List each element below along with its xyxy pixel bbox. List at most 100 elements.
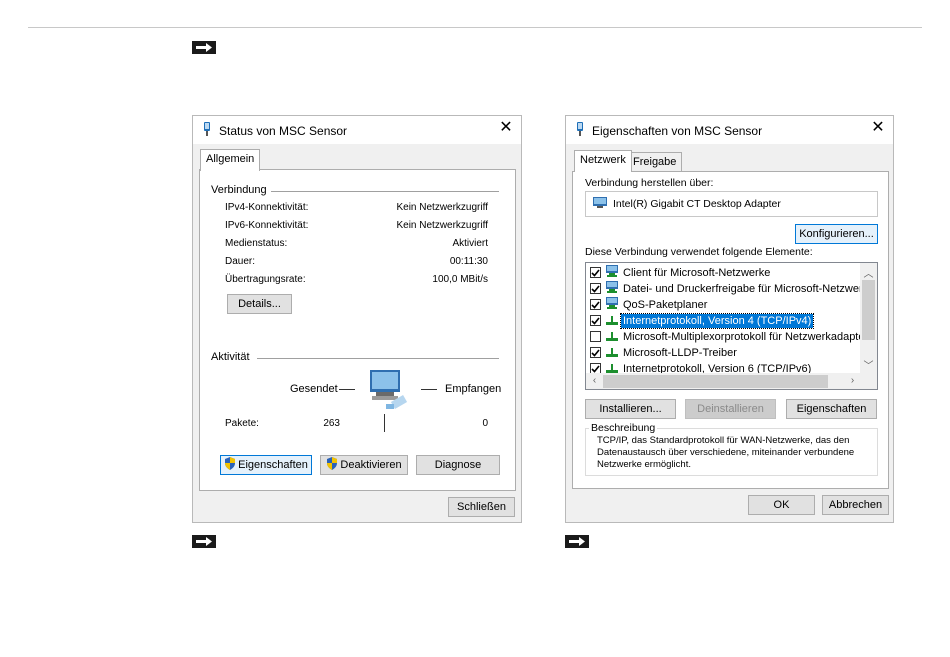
vertical-scrollbar[interactable]: ︿ ﹀ <box>860 263 877 374</box>
network-computer-icon <box>605 264 619 281</box>
diagnose-button[interactable]: Diagnose <box>416 455 500 475</box>
arrow-right-icon <box>192 535 216 548</box>
ok-button-label: OK <box>773 499 790 511</box>
list-item[interactable]: Microsoft-Multiplexorprotokoll für Netzw… <box>590 329 870 344</box>
item-properties-button-label: Eigenschaften <box>796 403 867 415</box>
list-item[interactable]: Datei- und Druckerfreigabe für Microsoft… <box>590 280 876 297</box>
checkbox[interactable] <box>590 267 601 278</box>
media-status-label: Medienstatus: <box>225 238 288 249</box>
properties-dialog-title: Eigenschaften von MSC Sensor <box>592 124 763 138</box>
status-tab-panel: Verbindung IPv4-Konnektivität: Kein Netz… <box>199 169 516 491</box>
install-button-label: Installieren... <box>599 403 662 415</box>
ipv4-value: Kein Netzwerkzugriff <box>396 202 488 213</box>
status-dialog: Status von MSC Sensor ✕ Allgemein Verbin… <box>192 115 522 523</box>
chevron-down-icon[interactable]: ﹀ <box>860 357 877 372</box>
received-label: Empfangen <box>445 383 502 395</box>
status-dialog-titlebar: Status von MSC Sensor ✕ <box>193 116 521 144</box>
connection-heading: Verbindung <box>211 184 267 196</box>
speed-value: 100,0 MBit/s <box>432 274 488 285</box>
network-computer-icon <box>364 368 412 417</box>
list-item-label: Microsoft-Multiplexorprotokoll für Netzw… <box>623 330 869 343</box>
ipv4-label: IPv4-Konnektivität: <box>225 202 309 213</box>
ok-button[interactable]: OK <box>748 495 815 515</box>
items-label: Diese Verbindung verwendet folgende Elem… <box>585 246 813 258</box>
protocol-icon <box>605 345 619 361</box>
packets-received-value: 0 <box>482 418 488 429</box>
divider <box>257 358 499 359</box>
tab-label: Allgemein <box>206 153 255 165</box>
duration-value: 00:11:30 <box>449 256 488 267</box>
list-item[interactable]: QoS-Paketplaner <box>590 296 709 313</box>
protocol-icon <box>605 313 619 329</box>
list-item-label: Microsoft-LLDP-Treiber <box>623 346 737 359</box>
deactivate-button[interactable]: Deaktivieren <box>320 455 408 475</box>
properties-button[interactable]: Eigenschaften <box>220 455 312 475</box>
components-list[interactable]: Client für Microsoft-Netzwerke Datei- un… <box>585 262 878 390</box>
chevron-up-icon[interactable]: ︿ <box>860 265 877 280</box>
list-item-label: Datei- und Druckerfreigabe für Microsoft… <box>623 282 875 295</box>
ipv6-label: IPv6-Konnektivität: <box>225 220 309 231</box>
install-button[interactable]: Installieren... <box>585 399 676 419</box>
sent-label: Gesendet <box>290 383 338 395</box>
item-properties-button[interactable]: Eigenschaften <box>786 399 877 419</box>
diagnose-button-label: Diagnose <box>434 459 482 471</box>
uac-shield-icon <box>326 457 338 473</box>
list-item[interactable]: Microsoft-LLDP-Treiber <box>590 345 739 360</box>
duration-label: Dauer: <box>225 256 256 267</box>
network-computer-icon <box>605 280 619 297</box>
connect-using-label: Verbindung herstellen über: <box>585 177 714 189</box>
checkbox[interactable] <box>590 347 601 358</box>
adapter-field: Intel(R) Gigabit CT Desktop Adapter <box>585 191 878 217</box>
network-sensor-icon <box>202 122 212 140</box>
checkbox[interactable] <box>590 299 601 310</box>
properties-button-label: Eigenschaften <box>238 459 308 471</box>
list-item-label: Client für Microsoft-Netzwerke <box>623 266 771 279</box>
close-button[interactable]: Schließen <box>448 497 515 517</box>
tab-netzwerk[interactable]: Netzwerk <box>574 150 632 172</box>
ipv6-value: Kein Netzwerkzugriff <box>396 220 488 231</box>
tab-label: Netzwerk <box>580 154 626 166</box>
tab-allgemein[interactable]: Allgemein <box>200 149 261 171</box>
sent-line <box>339 389 355 390</box>
description-text: TCP/IP, das Standardprotokoll für WAN-Ne… <box>597 435 855 470</box>
uninstall-button-label: Deinstallieren <box>697 403 764 415</box>
deactivate-button-label: Deaktivieren <box>340 459 402 471</box>
close-button-label: Schließen <box>457 501 506 513</box>
cancel-button[interactable]: Abbrechen <box>822 495 889 515</box>
network-tab-panel: Verbindung herstellen über: Intel(R) Gig… <box>572 171 889 489</box>
horizontal-scrollbar[interactable]: ‹ › <box>586 373 877 389</box>
uninstall-button[interactable]: Deinstallieren <box>685 399 776 419</box>
protocol-icon <box>605 329 619 345</box>
checkbox[interactable] <box>590 283 601 294</box>
scrollbar-thumb[interactable] <box>603 375 828 388</box>
list-item[interactable]: Internetprotokoll, Version 4 (TCP/IPv4) <box>590 312 815 329</box>
network-adapter-icon <box>593 196 607 212</box>
media-status-value: Aktiviert <box>452 238 488 249</box>
scrollbar-thumb[interactable] <box>862 280 875 340</box>
details-button[interactable]: Details... <box>227 294 292 314</box>
network-computer-icon <box>605 296 619 313</box>
status-dialog-title: Status von MSC Sensor <box>219 124 348 138</box>
configure-button-label: Konfigurieren... <box>799 228 874 240</box>
checkbox[interactable] <box>590 331 601 342</box>
configure-button[interactable]: Konfigurieren... <box>795 224 878 244</box>
checkbox[interactable] <box>590 315 601 326</box>
properties-dialog-titlebar: Eigenschaften von MSC Sensor ✕ <box>566 116 893 144</box>
activity-divider <box>384 414 385 432</box>
chevron-left-icon[interactable]: ‹ <box>586 375 603 386</box>
details-button-label: Details... <box>238 298 281 310</box>
divider <box>271 191 499 192</box>
description-heading: Beschreibung <box>589 422 658 434</box>
arrow-right-icon <box>192 41 216 54</box>
list-item-label: QoS-Paketplaner <box>623 298 708 311</box>
horizontal-rule <box>28 27 922 28</box>
activity-heading: Aktivität <box>211 351 250 363</box>
close-icon[interactable]: ✕ <box>869 119 887 137</box>
chevron-right-icon[interactable]: › <box>844 375 861 386</box>
tab-label: Freigabe <box>633 156 677 168</box>
speed-label: Übertragungsrate: <box>225 274 306 285</box>
list-item[interactable]: Client für Microsoft-Netzwerke <box>590 264 772 281</box>
tab-freigabe[interactable]: Freigabe <box>627 152 683 171</box>
network-sensor-icon <box>575 122 585 140</box>
close-icon[interactable]: ✕ <box>497 119 515 137</box>
